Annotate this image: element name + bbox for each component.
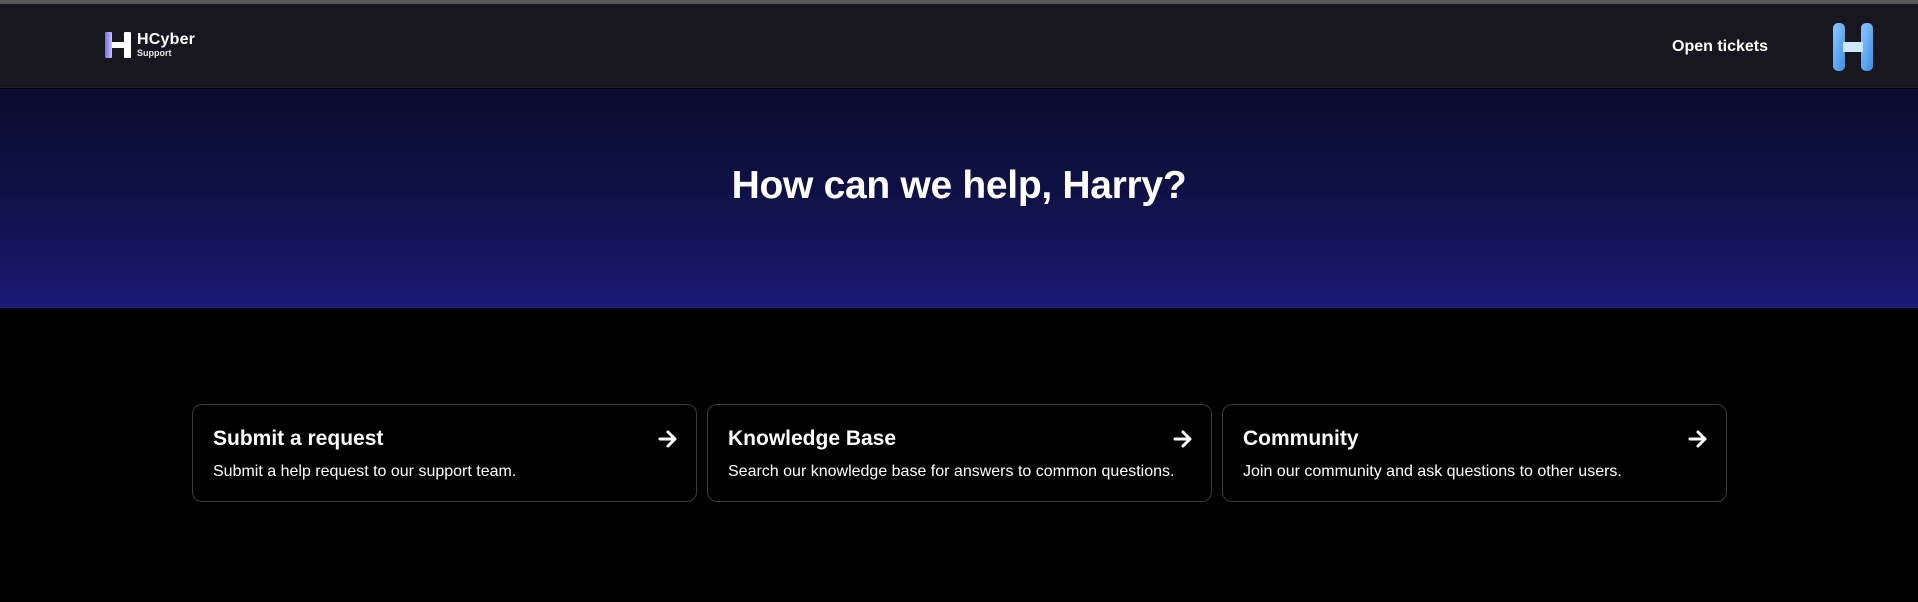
brand-subtitle: Support	[137, 48, 172, 58]
card-title: Community	[1243, 427, 1359, 450]
user-avatar-icon[interactable]	[1832, 22, 1874, 72]
site-header: HCyber Support Open tickets	[0, 4, 1918, 88]
arrow-right-icon	[658, 430, 677, 448]
hero-title: How can we help, Harry?	[731, 164, 1187, 207]
open-tickets-link[interactable]: Open tickets	[1672, 38, 1768, 56]
card-description: Search our knowledge base for answers to…	[728, 463, 1175, 480]
card-community[interactable]: Community Join our community and ask que…	[1222, 404, 1727, 502]
card-title: Knowledge Base	[728, 427, 897, 450]
card-description: Join our community and ask questions to …	[1243, 463, 1622, 480]
brand-logo[interactable]: HCyber Support	[104, 30, 195, 60]
help-options: Submit a request Submit a help request t…	[192, 404, 1727, 502]
brand-name: HCyber	[137, 31, 196, 48]
card-submit-request[interactable]: Submit a request Submit a help request t…	[192, 404, 697, 502]
arrow-right-icon	[1173, 430, 1192, 448]
card-description: Submit a help request to our support tea…	[213, 463, 517, 480]
card-title: Submit a request	[213, 427, 384, 450]
arrow-right-icon	[1688, 430, 1707, 448]
card-knowledge-base[interactable]: Knowledge Base Search our knowledge base…	[707, 404, 1212, 502]
hcyber-logo-icon	[105, 32, 131, 58]
hero-banner: How can we help, Harry?	[0, 89, 1918, 308]
